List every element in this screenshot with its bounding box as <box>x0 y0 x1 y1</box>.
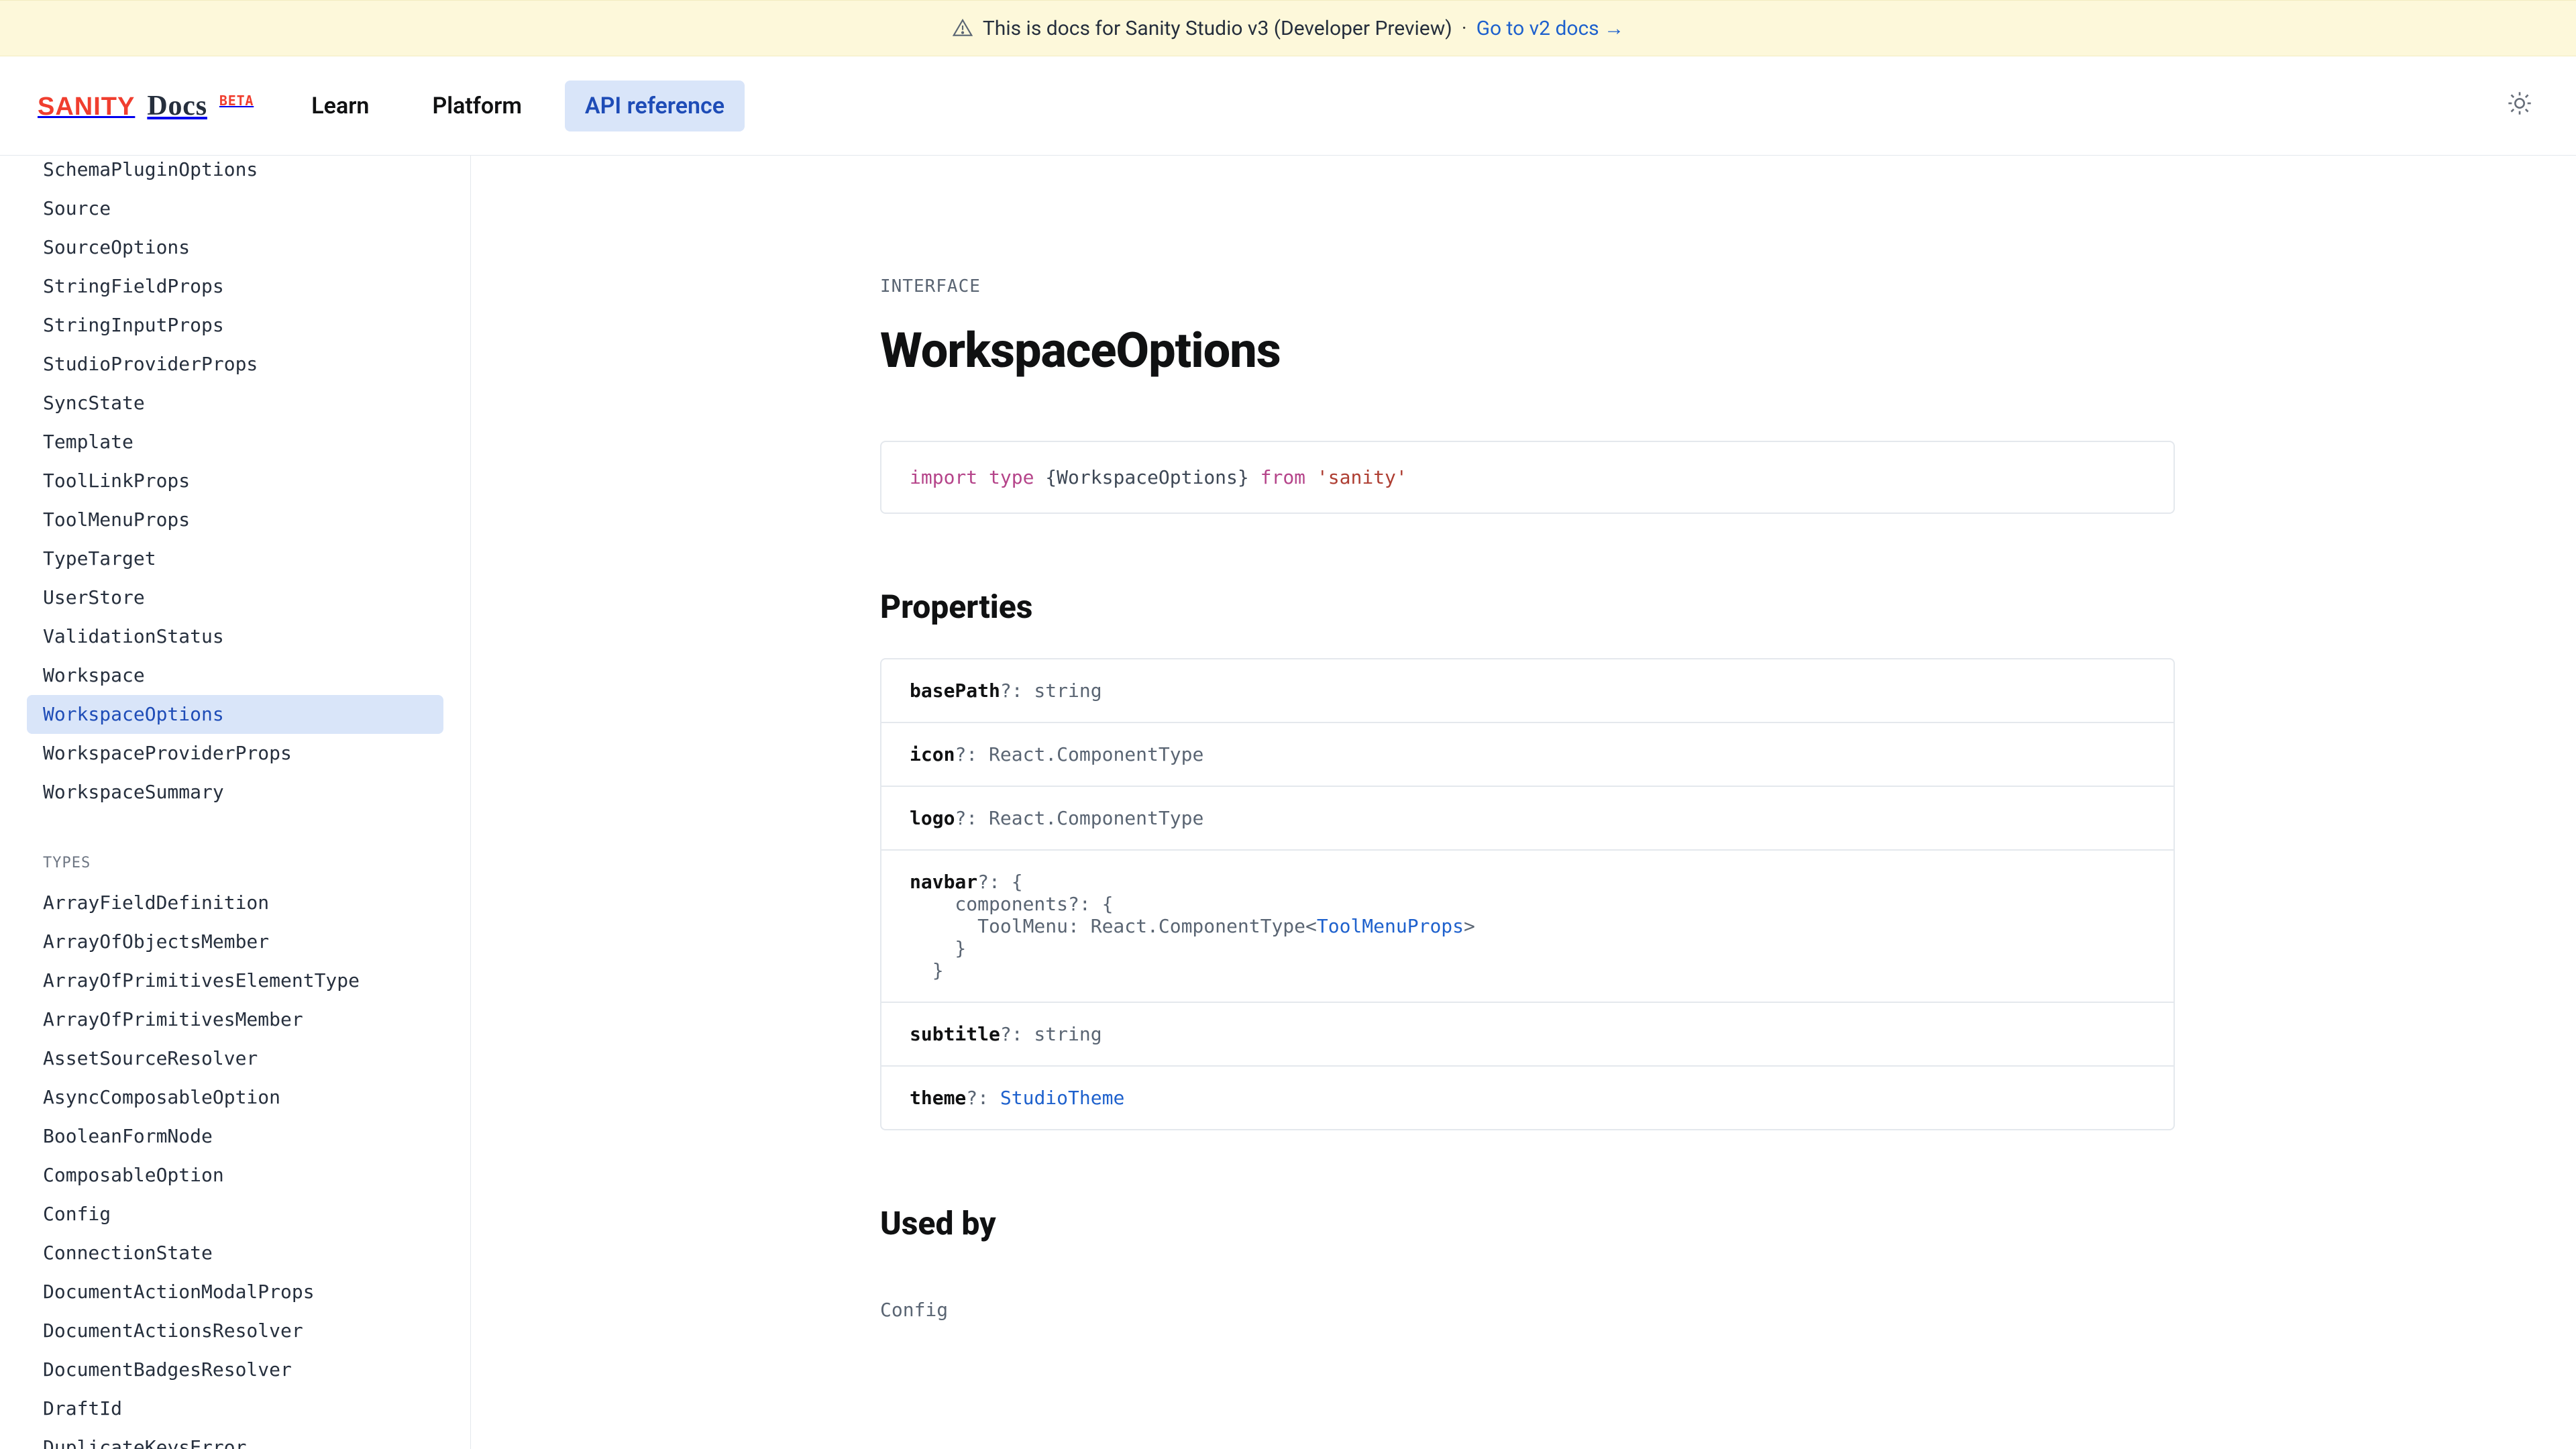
sidebar-item-draftid[interactable]: DraftId <box>27 1389 443 1428</box>
nav-platform[interactable]: Platform <box>412 80 541 131</box>
sidebar-item-arrayfielddefinition[interactable]: ArrayFieldDefinition <box>27 883 443 922</box>
usedby-list: Config <box>880 1275 2175 1321</box>
sidebar-item-arrayofprimitiveselementtype[interactable]: ArrayOfPrimitivesElementType <box>27 961 443 1000</box>
import-module: 'sanity' <box>1317 466 1407 488</box>
sidebar-item-workspace[interactable]: Workspace <box>27 656 443 695</box>
property-type-link-studiotheme[interactable]: StudioTheme <box>1000 1087 1124 1109</box>
property-row-icon: icon?: React.ComponentType <box>881 723 2174 787</box>
import-keyword: import <box>910 466 977 488</box>
sidebar-group-types: ArrayFieldDefinitionArrayOfObjectsMember… <box>27 883 443 1449</box>
banner-text: This is docs for Sanity Studio v3 (Devel… <box>983 17 1452 40</box>
property-name: navbar <box>910 871 977 893</box>
property-name: basePath <box>910 680 1000 702</box>
sidebar-item-schemapluginoptions[interactable]: SchemaPluginOptions <box>27 156 443 189</box>
sidebar-item-sourceoptions[interactable]: SourceOptions <box>27 228 443 267</box>
property-name: logo <box>910 807 955 829</box>
banner-separator: · <box>1462 17 1467 40</box>
properties-heading: Properties <box>880 588 2175 626</box>
sidebar-item-studioproviderprops[interactable]: StudioProviderProps <box>27 345 443 384</box>
sidebar-item-workspaceproviderprops[interactable]: WorkspaceProviderProps <box>27 734 443 773</box>
sidebar-item-booleanformnode[interactable]: BooleanFormNode <box>27 1117 443 1156</box>
nav-learn[interactable]: Learn <box>291 80 389 131</box>
page-eyebrow: INTERFACE <box>880 276 2175 297</box>
sidebar-item-validationstatus[interactable]: ValidationStatus <box>27 617 443 656</box>
sun-icon <box>2506 90 2533 121</box>
sidebar-item-source[interactable]: Source <box>27 189 443 228</box>
preview-banner: This is docs for Sanity Studio v3 (Devel… <box>0 0 2576 56</box>
main-content: INTERFACE WorkspaceOptions import type {… <box>471 156 2576 1449</box>
sidebar-item-userstore[interactable]: UserStore <box>27 578 443 617</box>
property-row-theme: theme?: StudioTheme <box>881 1067 2174 1129</box>
property-type: ?: string <box>1000 1023 1102 1045</box>
theme-toggle-button[interactable] <box>2501 87 2538 125</box>
property-row-logo: logo?: React.ComponentType <box>881 787 2174 851</box>
property-name: subtitle <box>910 1023 1000 1045</box>
property-type: ?: <box>966 1087 1000 1109</box>
sidebar-item-syncstate[interactable]: SyncState <box>27 384 443 423</box>
property-name: theme <box>910 1087 966 1109</box>
properties-table: basePath?: stringicon?: React.ComponentT… <box>880 658 2175 1130</box>
usedby-link-config[interactable]: Config <box>880 1299 948 1321</box>
sidebar-item-assetsourceresolver[interactable]: AssetSourceResolver <box>27 1039 443 1078</box>
sidebar-item-documentbadgesresolver[interactable]: DocumentBadgesResolver <box>27 1350 443 1389</box>
nav-api-reference[interactable]: API reference <box>565 80 745 131</box>
page-title: WorkspaceOptions <box>880 322 2175 379</box>
import-code-block: import type {WorkspaceOptions} from 'san… <box>880 441 2175 514</box>
sidebar-item-composableoption[interactable]: ComposableOption <box>27 1156 443 1195</box>
import-symbol: WorkspaceOptions <box>1057 466 1238 488</box>
sidebar: SchemaPluginOptionsSourceSourceOptionsSt… <box>0 156 471 1449</box>
sidebar-item-arrayofprimitivesmember[interactable]: ArrayOfPrimitivesMember <box>27 1000 443 1039</box>
property-row-basepath: basePath?: string <box>881 659 2174 723</box>
from-keyword: from <box>1260 466 1305 488</box>
sidebar-item-arrayofobjectsmember[interactable]: ArrayOfObjectsMember <box>27 922 443 961</box>
property-type: ?: React.ComponentType <box>955 743 1203 765</box>
banner-link-v2-docs[interactable]: Go to v2 docs → <box>1477 17 1625 40</box>
sidebar-item-stringfieldprops[interactable]: StringFieldProps <box>27 267 443 306</box>
property-type: ?: string <box>1000 680 1102 702</box>
property-row-subtitle: subtitle?: string <box>881 1003 2174 1067</box>
type-keyword: type <box>989 466 1034 488</box>
sidebar-section-types-label: TYPES <box>27 824 443 883</box>
sidebar-item-workspaceoptions[interactable]: WorkspaceOptions <box>27 695 443 734</box>
property-name: icon <box>910 743 955 765</box>
property-type: ?: React.ComponentType <box>955 807 1203 829</box>
property-type-link-toolmenuprops[interactable]: ToolMenuProps <box>1317 915 1464 937</box>
sidebar-item-documentactionsresolver[interactable]: DocumentActionsResolver <box>27 1311 443 1350</box>
property-row-navbar: navbar?: { components?: { ToolMenu: Reac… <box>881 851 2174 1003</box>
sidebar-item-documentactionmodalprops[interactable]: DocumentActionModalProps <box>27 1273 443 1311</box>
sidebar-item-template[interactable]: Template <box>27 423 443 462</box>
primary-nav: Learn Platform API reference <box>291 80 745 131</box>
sidebar-item-asynccomposableoption[interactable]: AsyncComposableOption <box>27 1078 443 1117</box>
sidebar-item-workspacesummary[interactable]: WorkspaceSummary <box>27 773 443 812</box>
sidebar-item-stringinputprops[interactable]: StringInputProps <box>27 306 443 345</box>
brand-beta-badge: BETA <box>219 93 254 109</box>
sidebar-item-typetarget[interactable]: TypeTarget <box>27 539 443 578</box>
brand-docs: Docs <box>147 90 207 122</box>
sidebar-item-duplicatekeyserror[interactable]: DuplicateKeysError <box>27 1428 443 1449</box>
brand-logo[interactable]: SANITY Docs BETA <box>38 90 254 122</box>
usedby-heading: Used by <box>880 1204 2175 1242</box>
sidebar-item-toolmenuprops[interactable]: ToolMenuProps <box>27 500 443 539</box>
sidebar-item-config[interactable]: Config <box>27 1195 443 1234</box>
sidebar-item-connectionstate[interactable]: ConnectionState <box>27 1234 443 1273</box>
sidebar-item-toollinkprops[interactable]: ToolLinkProps <box>27 462 443 500</box>
warning-icon <box>952 17 973 39</box>
sidebar-group-interfaces: SchemaPluginOptionsSourceSourceOptionsSt… <box>27 156 443 812</box>
site-header: SANITY Docs BETA Learn Platform API refe… <box>0 56 2576 156</box>
brand-sanity: SANITY <box>38 93 135 121</box>
